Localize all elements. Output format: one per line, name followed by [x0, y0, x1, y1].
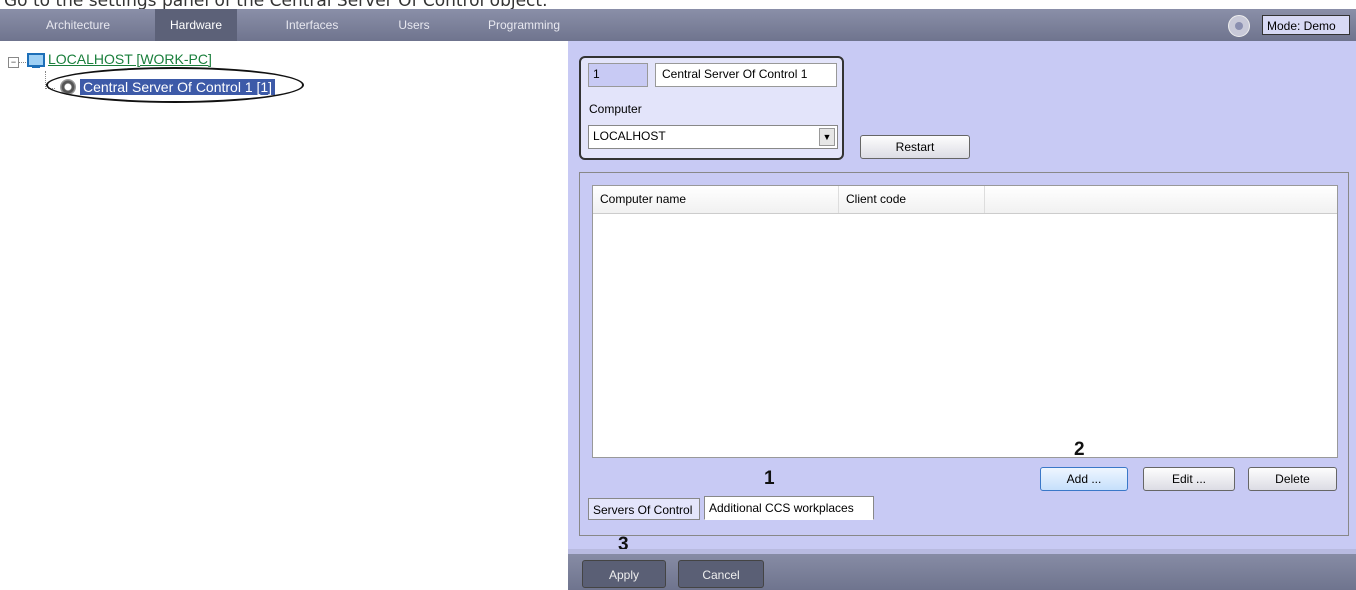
- add-button[interactable]: Add ...: [1040, 467, 1128, 491]
- restart-button[interactable]: Restart: [860, 135, 970, 159]
- instruction-caption: Go to the settings panel of the Central …: [4, 0, 547, 9]
- workplaces-table[interactable]: Computer name Client code: [592, 185, 1338, 458]
- column-client-code[interactable]: Client code: [839, 186, 985, 213]
- mode-icon[interactable]: [1228, 15, 1250, 37]
- top-navigation-bar: Architecture Hardware Interfaces Users P…: [0, 9, 1356, 41]
- column-computer-name[interactable]: Computer name: [593, 186, 839, 213]
- computer-label: Computer: [589, 102, 642, 116]
- tab-programming[interactable]: Programming: [478, 9, 570, 41]
- object-tree: − LOCALHOST [WORK-PC] Central Server Of …: [0, 41, 568, 590]
- mode-indicator[interactable]: Mode: Demo: [1262, 15, 1350, 35]
- computer-icon: [27, 53, 45, 68]
- tab-additional-ccs-workplaces[interactable]: Additional CCS workplaces: [704, 496, 874, 520]
- id-field[interactable]: 1: [588, 63, 648, 87]
- tab-servers-of-control[interactable]: Servers Of Control: [588, 498, 700, 520]
- tree-connector: [18, 62, 26, 63]
- tab-users[interactable]: Users: [385, 9, 443, 41]
- tab-interfaces[interactable]: Interfaces: [268, 9, 356, 41]
- step-marker-2: 2: [1074, 439, 1085, 460]
- step-marker-1: 1: [764, 468, 775, 489]
- chevron-down-icon[interactable]: ▼: [819, 128, 835, 146]
- table-header: Computer name Client code: [593, 186, 1337, 214]
- tree-node-localhost[interactable]: LOCALHOST [WORK-PC]: [48, 51, 212, 67]
- computer-select[interactable]: LOCALHOST ▼: [588, 125, 838, 149]
- delete-button[interactable]: Delete: [1248, 467, 1337, 491]
- apply-button[interactable]: Apply: [582, 560, 666, 588]
- name-field[interactable]: Central Server Of Control 1: [655, 63, 837, 87]
- computer-select-value: LOCALHOST: [593, 129, 666, 143]
- highlight-ellipse: [46, 67, 304, 103]
- edit-button[interactable]: Edit ...: [1143, 467, 1235, 491]
- tab-architecture[interactable]: Architecture: [30, 9, 126, 41]
- cancel-button[interactable]: Cancel: [678, 560, 764, 588]
- object-settings-card: 1 Central Server Of Control 1 Computer L…: [579, 56, 844, 160]
- tab-hardware[interactable]: Hardware: [155, 9, 237, 41]
- dialog-footer: Apply Cancel: [568, 549, 1356, 590]
